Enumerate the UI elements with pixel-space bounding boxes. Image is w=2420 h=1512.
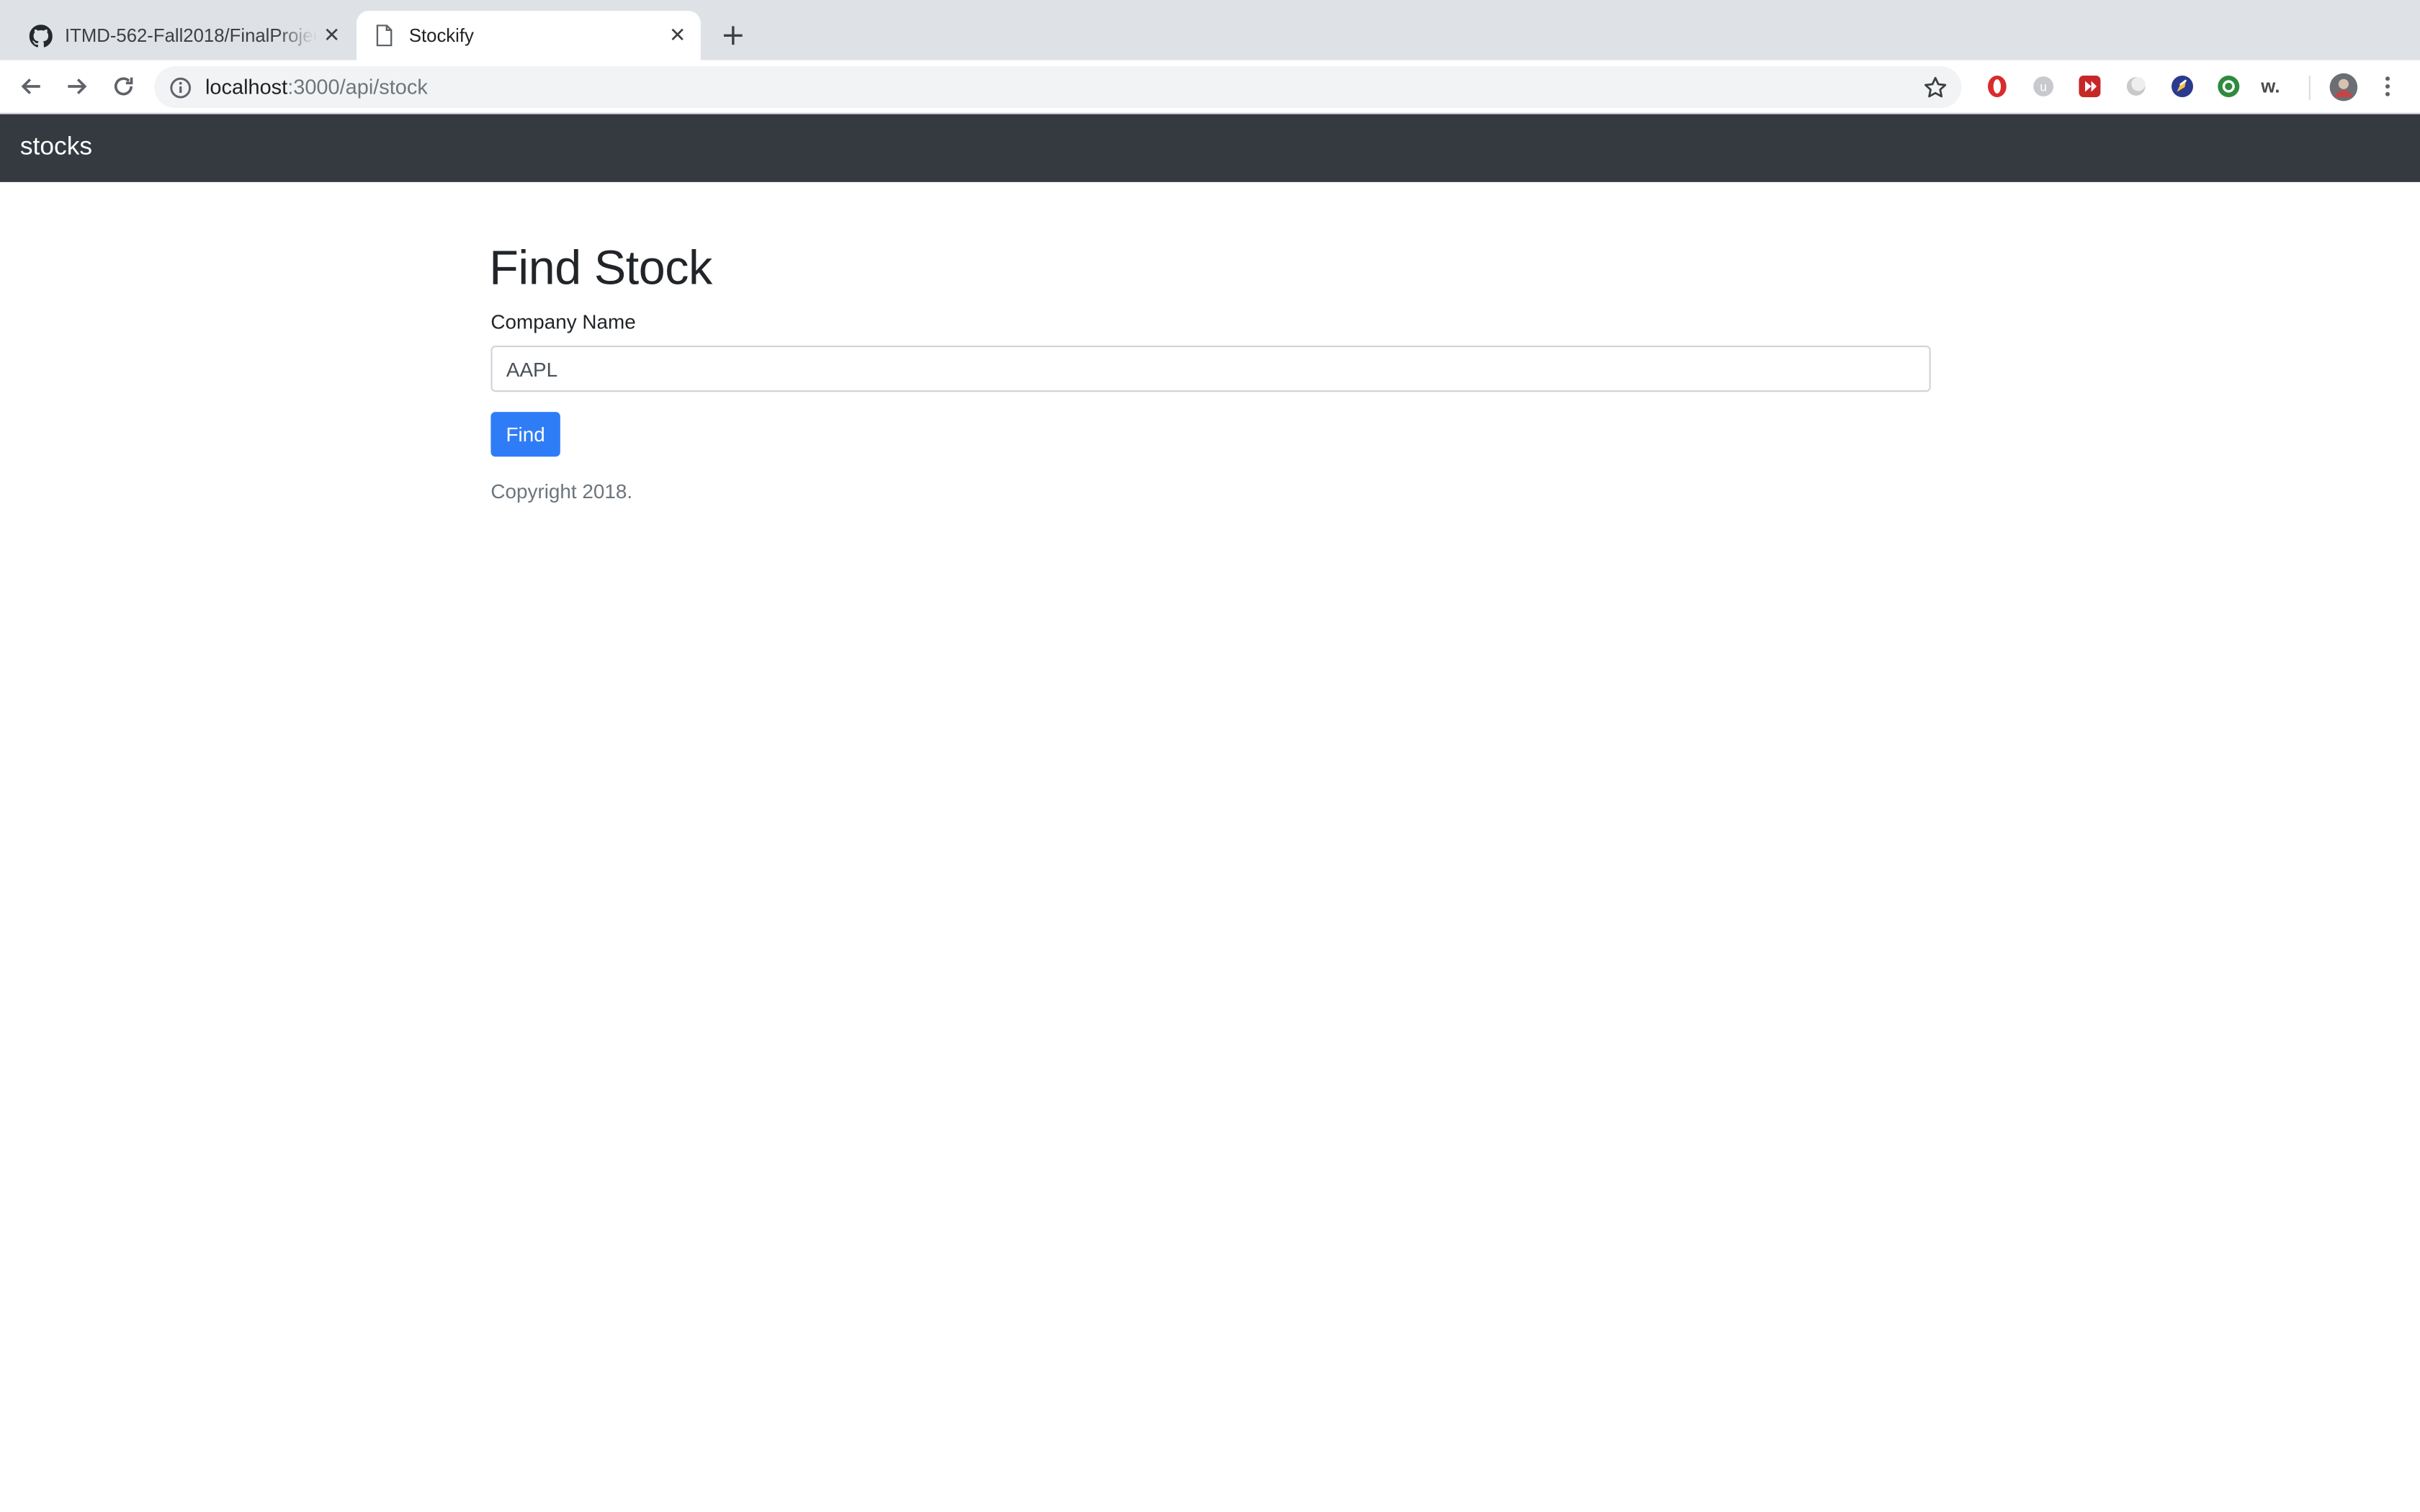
browser-window: ITMD-562-Fall2018/FinalProject ✕ Stockif… bbox=[0, 0, 2420, 1512]
reload-icon bbox=[114, 77, 133, 96]
svg-text:u: u bbox=[2040, 79, 2047, 94]
forward-button[interactable] bbox=[58, 68, 95, 104]
svg-text:w.: w. bbox=[2261, 77, 2280, 97]
tab-github[interactable]: ITMD-562-Fall2018/FinalProject ✕ bbox=[12, 11, 355, 60]
company-name-input[interactable] bbox=[490, 346, 1931, 392]
navbar-brand[interactable]: stocks bbox=[20, 132, 92, 162]
tab-title: ITMD-562-Fall2018/FinalProject bbox=[65, 24, 315, 47]
page-title: Find Stock bbox=[489, 240, 712, 295]
url-host: localhost bbox=[205, 76, 288, 99]
green-circle-icon[interactable] bbox=[2215, 73, 2243, 101]
extension-gray-icon[interactable]: u bbox=[2030, 73, 2058, 101]
tab-title: Stockify bbox=[408, 24, 474, 47]
back-button[interactable] bbox=[12, 68, 49, 104]
arrow-right-icon bbox=[68, 78, 87, 94]
tab-stockify[interactable]: Stockify ✕ bbox=[356, 11, 701, 60]
w-dot-icon[interactable]: w. bbox=[2261, 73, 2289, 101]
toolbar-divider bbox=[2308, 76, 2311, 101]
github-icon bbox=[28, 23, 53, 48]
address-bar[interactable]: localhost:3000/api/stock bbox=[154, 66, 1962, 108]
copyright-text: Copyright 2018. bbox=[490, 480, 633, 503]
close-icon[interactable]: ✕ bbox=[315, 19, 349, 53]
moon-icon[interactable] bbox=[2122, 73, 2150, 101]
app-navbar: stocks bbox=[0, 114, 2420, 182]
info-icon[interactable] bbox=[169, 75, 193, 99]
browser-toolbar: localhost:3000/api/stock u w. bbox=[0, 60, 2420, 114]
avatar[interactable] bbox=[2327, 71, 2358, 102]
new-tab-button[interactable] bbox=[714, 17, 751, 54]
tab-strip: ITMD-562-Fall2018/FinalProject ✕ Stockif… bbox=[0, 0, 2420, 60]
star-icon[interactable] bbox=[1922, 74, 1950, 102]
arrow-left-icon bbox=[21, 78, 40, 94]
opera-icon[interactable] bbox=[1984, 73, 2012, 101]
plus-icon bbox=[723, 26, 743, 45]
close-icon[interactable]: ✕ bbox=[660, 19, 694, 53]
company-name-label: Company Name bbox=[490, 310, 636, 333]
find-button[interactable]: Find bbox=[490, 412, 560, 457]
rocket-icon[interactable] bbox=[2169, 73, 2197, 101]
document-icon bbox=[372, 23, 396, 48]
red-media-icon[interactable] bbox=[2076, 73, 2104, 101]
more-menu-icon[interactable] bbox=[2374, 73, 2402, 101]
url-path: :3000/api/stock bbox=[287, 76, 428, 99]
reload-button[interactable] bbox=[105, 68, 142, 104]
